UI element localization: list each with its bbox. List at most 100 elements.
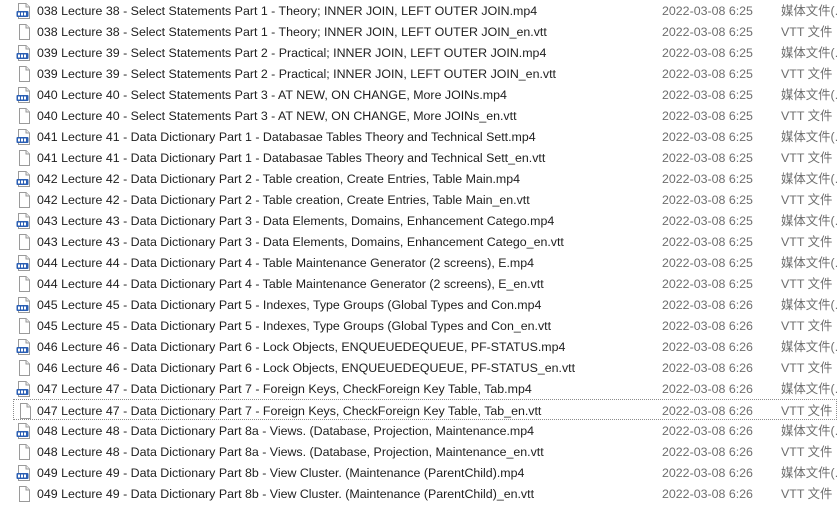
file-type: 媒体文件(.: [781, 382, 837, 396]
file-row[interactable]: 047 Lecture 47 - Data Dictionary Part 7 …: [13, 399, 837, 420]
file-row[interactable]: 045 Lecture 45 - Data Dictionary Part 5 …: [0, 294, 837, 315]
file-name[interactable]: 045 Lecture 45 - Data Dictionary Part 5 …: [37, 297, 541, 313]
file-name[interactable]: 043 Lecture 43 - Data Dictionary Part 3 …: [37, 234, 564, 250]
mp4-file-icon: [16, 129, 32, 145]
file-type: 媒体文件(.: [781, 88, 837, 102]
file-row[interactable]: 040 Lecture 40 - Select Statements Part …: [0, 84, 837, 105]
file-row[interactable]: 047 Lecture 47 - Data Dictionary Part 7 …: [0, 378, 837, 399]
file-name[interactable]: 048 Lecture 48 - Data Dictionary Part 8a…: [37, 423, 534, 439]
file-name[interactable]: 041 Lecture 41 - Data Dictionary Part 1 …: [37, 150, 545, 166]
file-row[interactable]: 038 Lecture 38 - Select Statements Part …: [0, 21, 837, 42]
file-date: 2022-03-08 6:25: [662, 67, 753, 81]
file-row[interactable]: 039 Lecture 39 - Select Statements Part …: [0, 63, 837, 84]
file-type: VTT 文件: [781, 487, 833, 501]
mp4-file-icon: [16, 381, 32, 397]
file-date: 2022-03-08 6:25: [662, 235, 753, 249]
file-row[interactable]: 041 Lecture 41 - Data Dictionary Part 1 …: [0, 126, 837, 147]
file-type: 媒体文件(.: [781, 214, 837, 228]
file-name[interactable]: 042 Lecture 42 - Data Dictionary Part 2 …: [37, 171, 520, 187]
file-date: 2022-03-08 6:26: [662, 298, 753, 312]
vtt-file-icon: [16, 444, 32, 460]
vtt-file-icon: [16, 360, 32, 376]
file-type: 媒体文件(.: [781, 340, 837, 354]
file-row[interactable]: 043 Lecture 43 - Data Dictionary Part 3 …: [0, 231, 837, 252]
file-date: 2022-03-08 6:25: [662, 46, 753, 60]
vtt-file-icon: [16, 24, 32, 40]
file-type: 媒体文件(.: [781, 46, 837, 60]
file-date: 2022-03-08 6:25: [662, 25, 753, 39]
vtt-file-icon: [16, 150, 32, 166]
file-date: 2022-03-08 6:25: [662, 214, 753, 228]
vtt-file-icon: [16, 276, 32, 292]
vtt-file-icon: [16, 234, 32, 250]
file-name[interactable]: 044 Lecture 44 - Data Dictionary Part 4 …: [37, 276, 544, 292]
file-row[interactable]: 044 Lecture 44 - Data Dictionary Part 4 …: [0, 252, 837, 273]
file-date: 2022-03-08 6:26: [662, 404, 753, 418]
file-row[interactable]: 048 Lecture 48 - Data Dictionary Part 8a…: [0, 441, 837, 462]
mp4-file-icon: [16, 45, 32, 61]
file-name[interactable]: 039 Lecture 39 - Select Statements Part …: [37, 45, 546, 61]
file-name[interactable]: 039 Lecture 39 - Select Statements Part …: [37, 66, 556, 82]
file-row[interactable]: 044 Lecture 44 - Data Dictionary Part 4 …: [0, 273, 837, 294]
file-row[interactable]: 041 Lecture 41 - Data Dictionary Part 1 …: [0, 147, 837, 168]
file-type: 媒体文件(.: [781, 298, 837, 312]
file-row[interactable]: 049 Lecture 49 - Data Dictionary Part 8b…: [0, 462, 837, 483]
file-date: 2022-03-08 6:25: [662, 130, 753, 144]
file-row[interactable]: 048 Lecture 48 - Data Dictionary Part 8a…: [0, 420, 837, 441]
file-type: VTT 文件: [781, 277, 833, 291]
file-row[interactable]: 046 Lecture 46 - Data Dictionary Part 6 …: [0, 336, 837, 357]
file-name[interactable]: 049 Lecture 49 - Data Dictionary Part 8b…: [37, 465, 524, 481]
file-name[interactable]: 044 Lecture 44 - Data Dictionary Part 4 …: [37, 255, 534, 271]
file-date: 2022-03-08 6:26: [662, 361, 753, 375]
file-name[interactable]: 038 Lecture 38 - Select Statements Part …: [37, 24, 547, 40]
file-type: VTT 文件: [781, 404, 833, 418]
file-date: 2022-03-08 6:26: [662, 382, 753, 396]
file-row[interactable]: 039 Lecture 39 - Select Statements Part …: [0, 42, 837, 63]
file-date: 2022-03-08 6:26: [662, 466, 753, 480]
mp4-file-icon: [16, 465, 32, 481]
file-row[interactable]: 040 Lecture 40 - Select Statements Part …: [0, 105, 837, 126]
file-row[interactable]: 042 Lecture 42 - Data Dictionary Part 2 …: [0, 189, 837, 210]
file-name[interactable]: 042 Lecture 42 - Data Dictionary Part 2 …: [37, 192, 530, 208]
file-name[interactable]: 046 Lecture 46 - Data Dictionary Part 6 …: [37, 360, 575, 376]
file-type: 媒体文件(.: [781, 256, 837, 270]
file-name[interactable]: 046 Lecture 46 - Data Dictionary Part 6 …: [37, 339, 565, 355]
file-list[interactable]: 038 Lecture 38 - Select Statements Part …: [0, 0, 837, 505]
file-name[interactable]: 049 Lecture 49 - Data Dictionary Part 8b…: [37, 486, 534, 502]
file-row[interactable]: 049 Lecture 49 - Data Dictionary Part 8b…: [0, 483, 837, 504]
file-type: 媒体文件(.: [781, 424, 837, 438]
file-date: 2022-03-08 6:25: [662, 256, 753, 270]
mp4-file-icon: [16, 171, 32, 187]
file-type: 媒体文件(.: [781, 4, 837, 18]
file-row[interactable]: 045 Lecture 45 - Data Dictionary Part 5 …: [0, 315, 837, 336]
file-type: 媒体文件(.: [781, 466, 837, 480]
file-type: VTT 文件: [781, 319, 833, 333]
mp4-file-icon: [16, 87, 32, 103]
mp4-file-icon: [16, 3, 32, 19]
file-name[interactable]: 041 Lecture 41 - Data Dictionary Part 1 …: [37, 129, 536, 145]
vtt-file-icon: [16, 192, 32, 208]
file-name[interactable]: 048 Lecture 48 - Data Dictionary Part 8a…: [37, 444, 544, 460]
mp4-file-icon: [16, 297, 32, 313]
file-row[interactable]: 042 Lecture 42 - Data Dictionary Part 2 …: [0, 168, 837, 189]
vtt-file-icon: [16, 108, 32, 124]
file-name[interactable]: 040 Lecture 40 - Select Statements Part …: [37, 87, 507, 103]
file-type: VTT 文件: [781, 361, 833, 375]
file-name[interactable]: 045 Lecture 45 - Data Dictionary Part 5 …: [37, 318, 551, 334]
file-name[interactable]: 043 Lecture 43 - Data Dictionary Part 3 …: [37, 213, 554, 229]
file-type: VTT 文件: [781, 67, 833, 81]
file-date: 2022-03-08 6:25: [662, 277, 753, 291]
vtt-file-icon: [16, 318, 32, 334]
file-row[interactable]: 046 Lecture 46 - Data Dictionary Part 6 …: [0, 357, 837, 378]
file-date: 2022-03-08 6:26: [662, 424, 753, 438]
mp4-file-icon: [16, 423, 32, 439]
file-name[interactable]: 047 Lecture 47 - Data Dictionary Part 7 …: [37, 403, 541, 419]
file-type: VTT 文件: [781, 193, 833, 207]
file-name[interactable]: 047 Lecture 47 - Data Dictionary Part 7 …: [37, 381, 532, 397]
file-date: 2022-03-08 6:26: [662, 319, 753, 333]
file-row[interactable]: 038 Lecture 38 - Select Statements Part …: [0, 0, 837, 21]
file-name[interactable]: 040 Lecture 40 - Select Statements Part …: [37, 108, 517, 124]
vtt-file-icon: [16, 66, 32, 82]
file-row[interactable]: 043 Lecture 43 - Data Dictionary Part 3 …: [0, 210, 837, 231]
file-name[interactable]: 038 Lecture 38 - Select Statements Part …: [37, 3, 537, 19]
